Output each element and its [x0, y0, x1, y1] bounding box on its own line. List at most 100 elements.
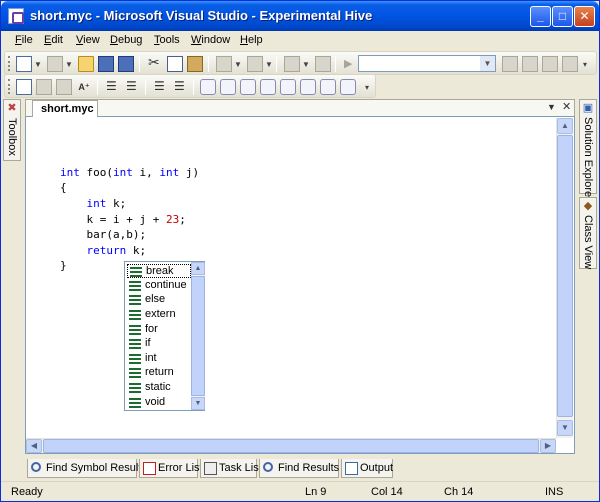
- next-bookmark-icon[interactable]: [240, 79, 256, 95]
- navigate-forward-icon[interactable]: [315, 56, 331, 72]
- tab-output[interactable]: Output: [341, 459, 393, 478]
- code-editor[interactable]: int foo(int i, int j) { int k; k = i + j…: [26, 118, 556, 438]
- solution-explorer-icon[interactable]: [522, 56, 538, 72]
- save-all-icon[interactable]: [118, 56, 134, 72]
- increase-indent-icon[interactable]: [124, 79, 140, 95]
- toolbox-tab-label: Toolbox: [6, 118, 18, 156]
- minimize-button[interactable]: _: [530, 6, 551, 27]
- editor-horizontal-scrollbar[interactable]: ◀ ▶: [26, 438, 556, 453]
- next-bookmark-folder-icon[interactable]: [280, 79, 296, 95]
- status-insert-mode: INS: [545, 486, 564, 498]
- scroll-up-icon[interactable]: ▲: [557, 118, 573, 134]
- title-bar[interactable]: short.myc - Microsoft Visual Studio - Ex…: [1, 1, 599, 31]
- horizontal-scroll-thumb[interactable]: [43, 439, 539, 453]
- status-char: Ch 14: [444, 486, 474, 498]
- editor-vertical-scrollbar[interactable]: ▲ ▼: [556, 118, 573, 438]
- number-token: 23: [165, 213, 180, 226]
- tab-short-myc[interactable]: short.myc: [32, 100, 98, 117]
- start-debugging-icon[interactable]: [341, 56, 357, 72]
- active-files-dropdown[interactable]: ▼: [547, 102, 556, 112]
- scroll-right-icon[interactable]: ▶: [540, 439, 556, 453]
- solution-explorer-tab[interactable]: ▣ Solution Explorer: [579, 99, 597, 201]
- class-view-tab[interactable]: ◆ Class View: [579, 197, 597, 269]
- class-view-tab-label: Class View: [582, 215, 594, 270]
- solution-config-combo[interactable]: ▼: [358, 55, 496, 72]
- close-button[interactable]: ✕: [574, 6, 595, 27]
- completion-item[interactable]: int: [127, 352, 191, 366]
- new-project-icon[interactable]: [16, 56, 32, 72]
- comment-lines-icon[interactable]: [152, 79, 168, 95]
- toolbar-grip[interactable]: [8, 79, 11, 94]
- uncomment-lines-icon[interactable]: [172, 79, 188, 95]
- vertical-scroll-thumb[interactable]: [557, 135, 573, 417]
- scroll-left-icon[interactable]: ◀: [26, 439, 42, 453]
- object-browser-icon[interactable]: [16, 79, 32, 95]
- next-bookmark-doc-icon[interactable]: [320, 79, 336, 95]
- output-icon: [345, 462, 358, 475]
- copy-icon[interactable]: [167, 56, 183, 72]
- code-line: int foo(int i, int j): [60, 166, 199, 181]
- completion-item[interactable]: break: [127, 264, 191, 278]
- find-in-files-icon[interactable]: [502, 56, 518, 72]
- menu-edit[interactable]: Edit: [44, 34, 63, 46]
- close-document-button[interactable]: ✕: [562, 100, 571, 113]
- completion-item[interactable]: else: [127, 293, 191, 307]
- chevron-down-icon[interactable]: ▼: [480, 56, 495, 71]
- redo-icon[interactable]: [247, 56, 263, 72]
- toolbar-overflow-icon[interactable]: ▾: [365, 83, 369, 92]
- menu-tools[interactable]: Tools: [154, 34, 180, 46]
- code-token: foo(: [79, 166, 113, 179]
- completion-scrollbar[interactable]: ▲ ▼: [191, 262, 205, 410]
- menu-view[interactable]: View: [76, 34, 100, 46]
- tab-error-list[interactable]: Error List: [139, 459, 203, 478]
- complete-word-icon[interactable]: A⁺: [76, 79, 92, 95]
- scroll-down-icon[interactable]: ▼: [191, 397, 205, 410]
- completion-item[interactable]: continue: [127, 279, 191, 293]
- completion-item[interactable]: static: [127, 381, 191, 395]
- toolbar-overflow-icon[interactable]: ▾: [583, 60, 587, 69]
- toolbar-grip[interactable]: [8, 56, 11, 71]
- decrease-indent-icon[interactable]: [104, 79, 120, 95]
- chevron-down-icon[interactable]: ▼: [302, 60, 310, 69]
- completion-scroll-thumb[interactable]: [191, 276, 205, 396]
- scroll-up-icon[interactable]: ▲: [191, 262, 205, 275]
- add-item-icon[interactable]: [47, 56, 63, 72]
- parameter-info-icon[interactable]: [56, 79, 72, 95]
- menu-window[interactable]: Window: [191, 34, 230, 46]
- maximize-button[interactable]: □: [552, 6, 573, 27]
- completion-item[interactable]: return: [127, 366, 191, 380]
- previous-bookmark-doc-icon[interactable]: [300, 79, 316, 95]
- completion-item[interactable]: extern: [127, 308, 191, 322]
- tab-find-symbol-results[interactable]: Find Symbol Results: [27, 459, 147, 478]
- chevron-down-icon[interactable]: ▼: [34, 60, 42, 69]
- toggle-bookmark-icon[interactable]: [200, 79, 216, 95]
- completion-item[interactable]: for: [127, 323, 191, 337]
- chevron-down-icon[interactable]: ▼: [234, 60, 242, 69]
- chevron-down-icon[interactable]: ▼: [265, 60, 273, 69]
- undo-icon[interactable]: [216, 56, 232, 72]
- completion-item[interactable]: if: [127, 337, 191, 351]
- tab-find-results-1[interactable]: Find Results 1: [259, 459, 348, 478]
- scroll-down-icon[interactable]: ▼: [557, 420, 573, 436]
- paste-icon[interactable]: [187, 56, 203, 72]
- chevron-down-icon[interactable]: ▼: [65, 60, 73, 69]
- navigate-backward-icon[interactable]: [284, 56, 300, 72]
- tab-task-list[interactable]: Task List: [200, 459, 262, 478]
- menu-file[interactable]: File: [15, 34, 33, 46]
- list-members-icon[interactable]: [36, 79, 52, 95]
- status-line: Ln 9: [305, 486, 327, 498]
- menu-help[interactable]: Help: [240, 34, 263, 46]
- cut-icon[interactable]: [147, 54, 163, 72]
- save-icon[interactable]: [98, 56, 114, 72]
- clear-bookmarks-icon[interactable]: [340, 79, 356, 95]
- completion-item[interactable]: void: [127, 396, 191, 410]
- completion-list[interactable]: break continue else extern for if int re…: [124, 261, 205, 411]
- standard-toolbar: ▼ ▼ ▼ ▼ ▼ ▼ ▾: [4, 51, 597, 75]
- menu-debug[interactable]: Debug: [110, 34, 142, 46]
- toolbox-tab[interactable]: ✖ Toolbox: [3, 99, 21, 161]
- previous-bookmark-icon[interactable]: [220, 79, 236, 95]
- previous-bookmark-folder-icon[interactable]: [260, 79, 276, 95]
- open-folder-icon[interactable]: [78, 56, 94, 72]
- toolbox-icon[interactable]: [562, 56, 578, 72]
- properties-icon[interactable]: [542, 56, 558, 72]
